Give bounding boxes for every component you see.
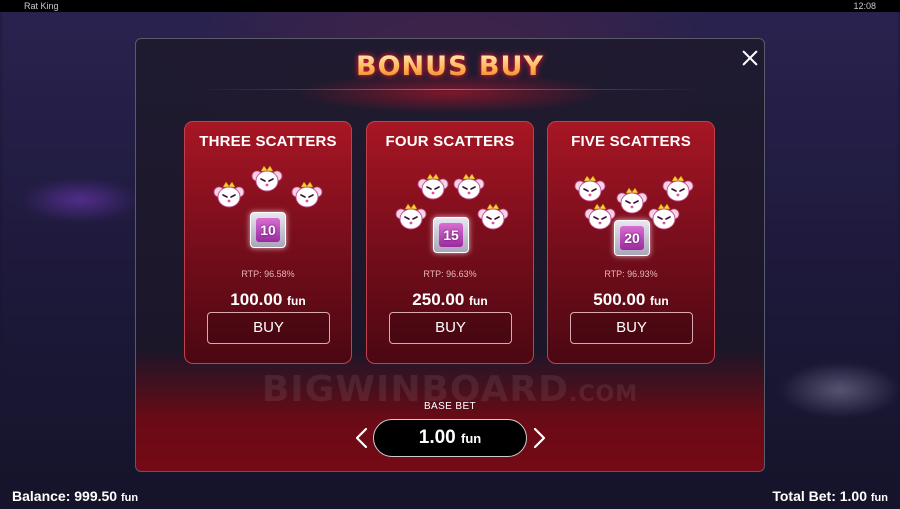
total-bet: Total Bet: 1.00 fun xyxy=(772,488,888,504)
base-bet-label: BASE BET xyxy=(423,401,477,412)
rat-king-icon xyxy=(417,172,449,202)
rat-king-icon xyxy=(395,202,427,232)
scatter-count: 15 xyxy=(439,223,463,247)
rtp-label: RTP: 96.58% xyxy=(241,269,295,279)
bonus-card-four-scatters: FOUR SCATTERS 15 RTP: 96.63% 250.00 fun … xyxy=(366,121,534,364)
bet-unit: fun xyxy=(461,431,482,446)
rat-king-icon xyxy=(453,172,485,202)
chevron-left-icon[interactable] xyxy=(352,427,372,449)
window-titlebar: Rat King 12:08 xyxy=(0,0,900,12)
balance: Balance: 999.50 fun xyxy=(12,488,138,504)
price-value: 500.00 xyxy=(593,290,646,309)
buy-button[interactable]: BUY xyxy=(389,312,512,344)
balance-label: Balance: xyxy=(12,488,71,504)
price-unit: fun xyxy=(650,294,669,308)
window-title: Rat King xyxy=(24,1,59,11)
rat-king-icon xyxy=(477,202,509,232)
title-divider xyxy=(196,89,706,90)
total-bet-unit: fun xyxy=(870,492,888,504)
rtp-label: RTP: 96.63% xyxy=(423,269,477,279)
scatter-count-tile: 10 xyxy=(250,212,286,248)
rat-king-icon xyxy=(251,164,283,194)
price-value: 100.00 xyxy=(230,290,283,309)
card-title: FIVE SCATTERS xyxy=(571,133,691,150)
bonus-card-five-scatters: FIVE SCATTERS 20 RTP: 96.93% 500.00 fun … xyxy=(547,121,715,364)
scatter-count: 20 xyxy=(620,226,644,250)
card-title: FOUR SCATTERS xyxy=(385,133,515,150)
bonus-card-three-scatters: THREE SCATTERS 10 RTP: 96.58% 100.00 fun… xyxy=(184,121,352,364)
scatter-count-tile: 15 xyxy=(433,217,469,253)
base-bet-value: 1.00 fun xyxy=(373,419,527,457)
close-icon[interactable] xyxy=(736,44,764,72)
chevron-right-icon[interactable] xyxy=(529,427,549,449)
rat-king-icon xyxy=(648,202,680,232)
modal-title: BONUS BUY xyxy=(136,51,764,82)
scatter-count: 10 xyxy=(256,218,280,242)
rtp-label: RTP: 96.93% xyxy=(604,269,658,279)
bonus-buy-modal: BONUS BUY BIGWINBOARD.COM THREE SCATTERS… xyxy=(135,38,765,472)
rat-king-icon xyxy=(584,202,616,232)
total-bet-label: Total Bet: xyxy=(772,488,836,504)
price: 500.00 fun xyxy=(548,290,714,310)
total-bet-value: 1.00 xyxy=(839,488,867,504)
bet-value: 1.00 xyxy=(418,427,456,448)
price-unit: fun xyxy=(287,294,306,308)
price-value: 250.00 xyxy=(412,290,465,309)
rat-king-icon xyxy=(291,180,323,210)
card-title: THREE SCATTERS xyxy=(199,133,337,150)
price: 250.00 fun xyxy=(367,290,533,310)
rat-king-icon xyxy=(213,180,245,210)
clock: 12:08 xyxy=(853,1,876,11)
balance-unit: fun xyxy=(120,492,139,504)
buy-button[interactable]: BUY xyxy=(570,312,693,344)
balance-value: 999.50 xyxy=(74,488,118,504)
buy-button[interactable]: BUY xyxy=(207,312,330,344)
rat-king-icon xyxy=(574,174,606,204)
price: 100.00 fun xyxy=(185,290,351,310)
price-unit: fun xyxy=(469,294,488,308)
rat-king-icon xyxy=(662,174,694,204)
rat-king-icon xyxy=(616,186,648,216)
scatter-count-tile: 20 xyxy=(614,220,650,256)
